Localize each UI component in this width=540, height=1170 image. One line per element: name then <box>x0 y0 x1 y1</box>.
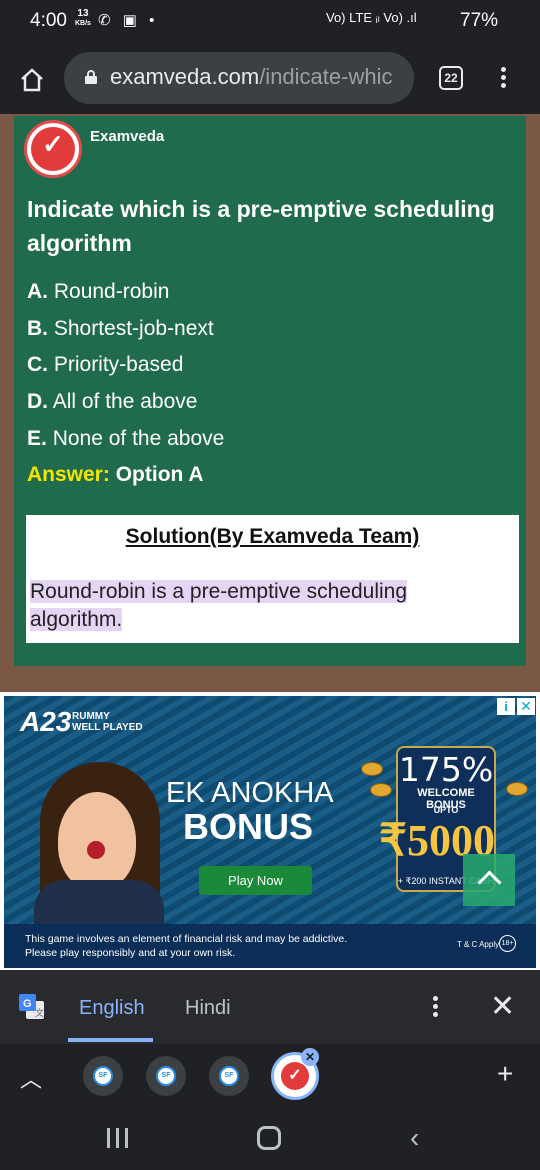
option-b[interactable]: B. Shortest-job-next <box>27 317 214 341</box>
language-hindi-tab[interactable]: Hindi <box>185 997 231 1020</box>
ad-terms: T & C Apply <box>457 940 500 949</box>
google-translate-icon: G文 <box>18 993 45 1020</box>
ad-brand-logo: A23 <box>20 706 72 737</box>
browser-menu-icon[interactable] <box>497 64 509 92</box>
tab-thumbnail[interactable]: SF <box>146 1056 186 1096</box>
coin-icon <box>361 762 383 776</box>
tab-strip <box>0 1044 540 1107</box>
answer: Answer: Option A <box>27 463 204 486</box>
option-a[interactable]: A. Round-robin <box>27 280 169 304</box>
tab-thumbnail[interactable]: SF <box>83 1056 123 1096</box>
solution-text: Round-robin is a pre-emptive scheduling … <box>30 580 408 631</box>
ad-brand-tagline: RUMMY WELL PLAYED <box>72 711 143 733</box>
solution-title: Solution(By Examveda Team) <box>125 525 420 548</box>
ad-disclaimer: This game involves an element of financi… <box>25 933 348 959</box>
svg-text:G: G <box>23 998 32 1010</box>
active-language-indicator <box>68 1038 153 1042</box>
recents-icon[interactable] <box>107 1128 129 1148</box>
board-bottom <box>0 666 540 692</box>
ad-play-now-button[interactable]: Play Now <box>199 866 312 895</box>
language-english-tab[interactable]: English <box>79 997 145 1020</box>
status-bar: 4:00 13 KB/s ✆ ▣ • Vo) LTE ᵢₗ Vo) .ıl 77% <box>0 0 540 44</box>
back-icon[interactable]: ‹ <box>410 1124 419 1152</box>
coin-icon <box>506 782 528 796</box>
ad-info-icon[interactable]: i <box>497 698 515 715</box>
coin-icon <box>370 783 392 797</box>
tab-thumbnail[interactable]: SF <box>209 1056 249 1096</box>
new-tab-icon[interactable]: + <box>497 1060 513 1088</box>
chevron-up-icon[interactable]: ︿ <box>20 1062 42 1094</box>
translate-close-icon[interactable]: ✕ <box>490 992 515 1022</box>
status-time: 4:00 <box>30 10 67 31</box>
scroll-top-button[interactable] <box>463 854 515 906</box>
home-icon[interactable] <box>18 66 46 94</box>
svg-text:文: 文 <box>35 1007 44 1018</box>
close-tab-icon[interactable]: ✕ <box>301 1048 319 1066</box>
ad-bonus-percent: 175% <box>398 750 494 789</box>
examveda-favicon: ✓ <box>281 1062 309 1090</box>
ad-headline-2: BONUS <box>183 806 314 847</box>
ad-model-body <box>34 880 164 924</box>
ad-model-mouth <box>87 841 105 859</box>
ad-age-badge: 18+ <box>499 935 516 952</box>
net-speed: 13 KB/s <box>75 8 91 28</box>
option-e[interactable]: E. None of the above <box>27 427 224 451</box>
home-nav-icon[interactable] <box>257 1126 281 1150</box>
lock-icon[interactable] <box>84 70 98 84</box>
examveda-logo-mark: ✓ <box>42 130 64 160</box>
translate-menu-icon[interactable] <box>429 993 441 1021</box>
question-text: Indicate which is a pre-emptive scheduli… <box>27 196 495 256</box>
tab-switcher-button[interactable]: 22 <box>439 66 463 90</box>
option-d[interactable]: D. All of the above <box>27 390 197 414</box>
signal-indicators: Vo) LTE ᵢₗ Vo) .ıl <box>326 10 417 25</box>
ad-upto: UPTO <box>433 805 459 815</box>
url-text[interactable]: examveda.com/indicate-whic <box>110 64 406 90</box>
brand-name: Examveda <box>90 128 165 145</box>
option-c[interactable]: C. Priority-based <box>27 353 183 377</box>
ad-close-icon[interactable]: ✕ <box>517 698 535 715</box>
notification-icons: ✆ ▣ • <box>98 12 159 29</box>
battery-level: 77% <box>460 10 499 31</box>
